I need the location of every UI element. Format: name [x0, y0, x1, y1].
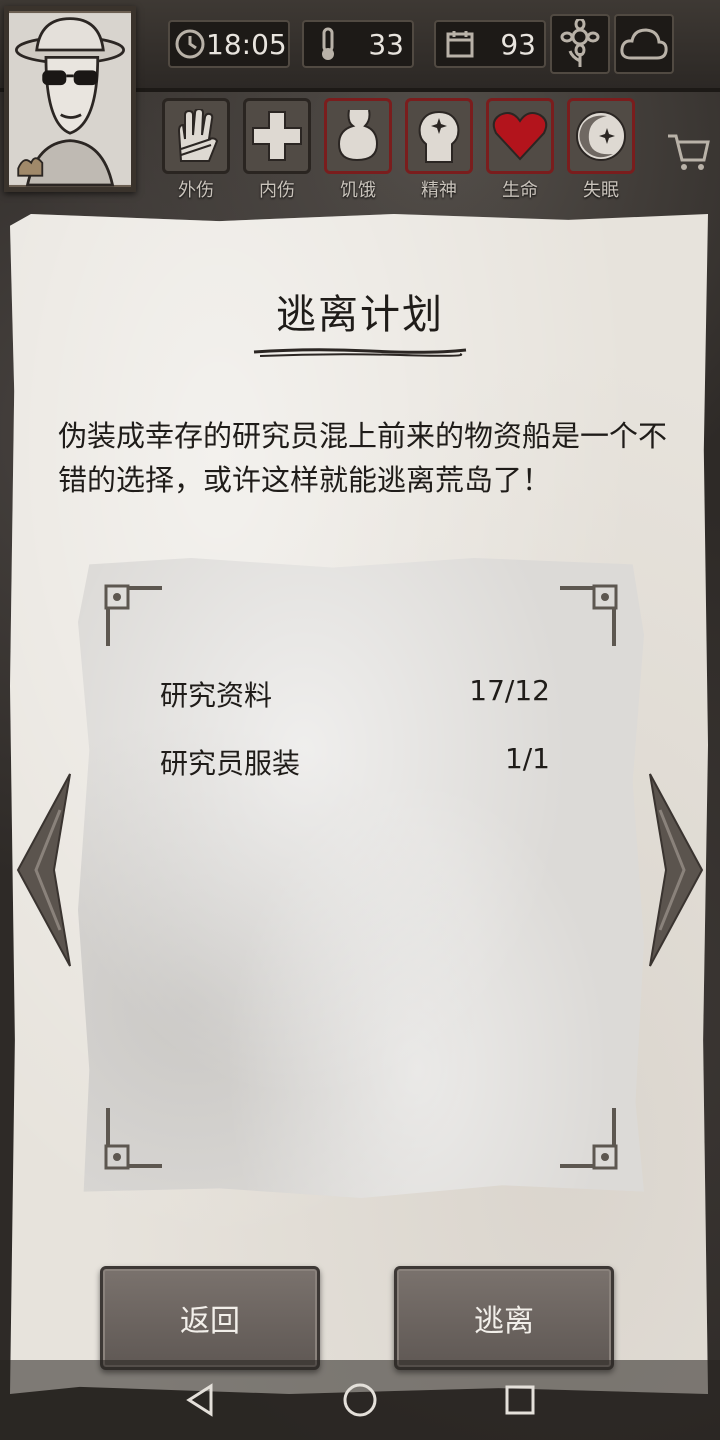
- weather-button[interactable]: [614, 14, 674, 74]
- status-internal-injury[interactable]: [243, 98, 311, 174]
- corner-ornament-icon: [560, 1108, 618, 1170]
- head-sparkle-icon: [418, 110, 460, 163]
- heart-icon: [492, 112, 548, 161]
- corner-ornament-icon: [104, 1108, 162, 1170]
- requirement-name: 研究员服装: [160, 747, 301, 780]
- player-avatar[interactable]: [4, 6, 136, 192]
- clock-display: 18:05: [168, 20, 290, 68]
- avatar-portrait-icon: [9, 13, 131, 187]
- status-label: 生命: [502, 180, 538, 201]
- moon-icon: [576, 111, 626, 161]
- cloud-icon: [620, 28, 668, 60]
- nav-home-button[interactable]: [340, 1380, 380, 1420]
- stomach-icon: [337, 109, 379, 162]
- days-value: 93: [500, 27, 536, 61]
- calendar-icon: [440, 24, 480, 64]
- requirements-paper: [78, 558, 644, 1198]
- circle-home-icon: [343, 1383, 377, 1417]
- plan-description: 伪装成幸存的研究员混上前来的物资船是一个不错的选择，或许这样就能逃离荒岛了！: [58, 419, 668, 497]
- status-label: 精神: [421, 180, 457, 201]
- day-counter: 93: [434, 20, 546, 68]
- status-external-injury[interactable]: [162, 98, 230, 174]
- status-hunger[interactable]: [324, 98, 392, 174]
- requirement-count: 1/1: [504, 742, 550, 775]
- status-label: 饥饿: [340, 180, 376, 201]
- square-recents-icon: [505, 1385, 535, 1415]
- cross-icon: [252, 111, 302, 161]
- page-title: 逃离计划: [276, 292, 444, 338]
- status-label: 内伤: [259, 180, 295, 201]
- corner-ornament-icon: [560, 584, 618, 646]
- shopping-cart-icon: [668, 134, 710, 170]
- status-insomnia[interactable]: [567, 98, 635, 174]
- status-mental[interactable]: [405, 98, 473, 174]
- escape-button[interactable]: 逃离: [394, 1266, 614, 1370]
- title-underline: [253, 348, 467, 357]
- bandaged-hand-icon: [177, 109, 219, 162]
- next-arrow-icon[interactable]: [646, 770, 706, 970]
- nav-recents-button[interactable]: [500, 1380, 540, 1420]
- sunflower-icon: [560, 19, 600, 67]
- requirement-count: 17/12: [469, 674, 550, 707]
- status-health[interactable]: [486, 98, 554, 174]
- time-value: 18:05: [206, 27, 287, 61]
- shop-button[interactable]: [664, 128, 712, 176]
- back-button[interactable]: 返回: [100, 1266, 320, 1370]
- triangle-back-icon: [186, 1383, 213, 1417]
- temperature-display: 33: [302, 20, 414, 68]
- nav-back-button[interactable]: [180, 1380, 220, 1420]
- thermometer-icon: [308, 24, 348, 64]
- requirement-row: 研究员服装 1/1: [160, 742, 550, 782]
- status-label: 外伤: [178, 180, 214, 201]
- previous-arrow-icon[interactable]: [14, 770, 74, 970]
- requirement-name: 研究资料: [160, 679, 273, 712]
- clock-icon: [174, 24, 206, 64]
- sunflower-button[interactable]: [550, 14, 610, 74]
- status-label: 失眠: [583, 180, 619, 201]
- temperature-value: 33: [368, 27, 404, 61]
- corner-ornament-icon: [104, 584, 162, 646]
- requirement-row: 研究资料 17/12: [160, 674, 550, 714]
